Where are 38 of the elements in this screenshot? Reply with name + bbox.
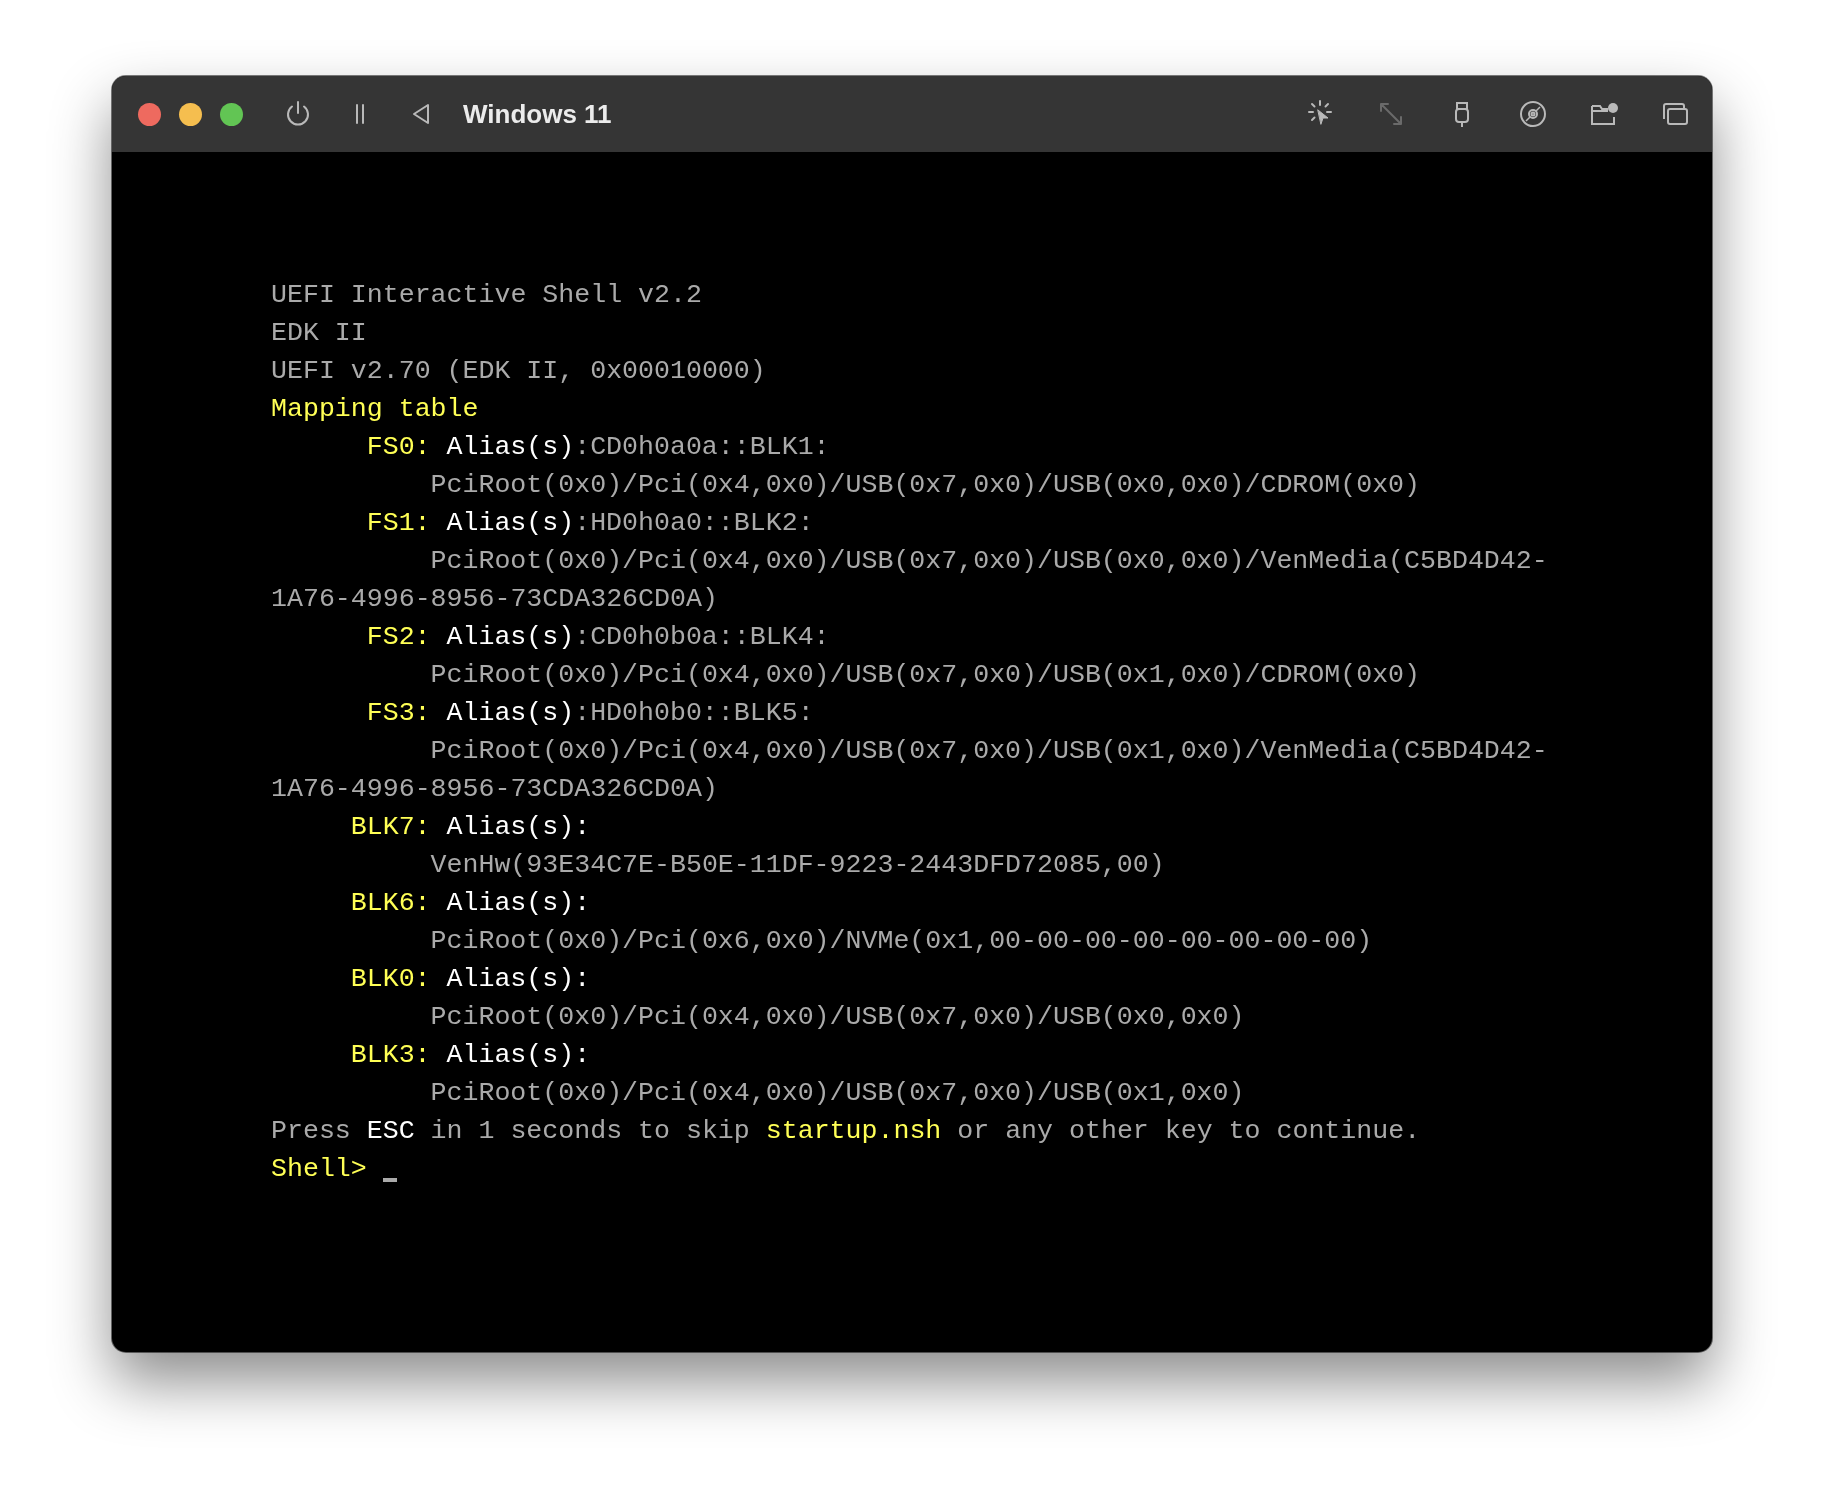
terminal-line: PciRoot(0x0)/Pci(0x4,0x0)/USB(0x7,0x0)/USB(0x0,0x0)/CDROM(0x0) xyxy=(430,469,1421,502)
device-label: FS2: xyxy=(365,621,431,654)
terminal-line: Press ESC in 1 seconds to skip startup.nsh or any other key to continue. xyxy=(271,1115,1421,1148)
device-label: BLK6: xyxy=(349,887,431,920)
terminal-line: PciRoot(0x0)/Pci(0x6,0x0)/NVMe(0x1,00-00-00-00-00-00-00-00) xyxy=(430,925,1373,958)
device-label: BLK0: xyxy=(349,963,431,996)
window-title: Windows 11 xyxy=(463,98,612,130)
terminal-line: UEFI Interactive Shell v2.2 xyxy=(271,279,702,312)
terminal-line: Alias(s): xyxy=(446,963,591,996)
device-label: FS1: xyxy=(365,507,431,540)
terminal-line: 1A76-4996-8956-73CDA326CD0A) xyxy=(271,773,718,806)
terminal-line: Alias(s): xyxy=(446,1039,591,1072)
text-cursor xyxy=(382,1178,397,1182)
close-button[interactable] xyxy=(138,102,161,126)
terminal-line: PciRoot(0x0)/Pci(0x4,0x0)/USB(0x7,0x0)/USB(0x0,0x0) xyxy=(430,1001,1245,1034)
disc-icon[interactable] xyxy=(1518,99,1548,129)
device-label: BLK3: xyxy=(349,1039,431,1072)
device-label: FS0: xyxy=(365,431,431,464)
terminal-line: Alias(s):HD0h0b0::BLK5: xyxy=(446,697,814,730)
terminal-line: VenHw(93E34C7E-B50E-11DF-9223-2443DFD72085,00) xyxy=(430,849,1165,882)
terminal-line: EDK II xyxy=(271,317,367,350)
terminal-line: Alias(s):HD0h0a0::BLK2: xyxy=(446,507,814,540)
terminal-line: PciRoot(0x0)/Pci(0x4,0x0)/USB(0x7,0x0)/USB(0x0,0x0)/VenMedia(C5BD4D42- xyxy=(430,545,1548,578)
terminal-line: Shell> xyxy=(271,1153,367,1186)
terminal-line: Mapping table xyxy=(271,393,479,426)
minimize-button[interactable] xyxy=(179,102,202,126)
terminal-line: PciRoot(0x0)/Pci(0x4,0x0)/USB(0x7,0x0)/USB(0x1,0x0)/VenMedia(C5BD4D42- xyxy=(430,735,1548,768)
terminal-line: Alias(s):CD0h0b0a::BLK4: xyxy=(446,621,830,654)
terminal-line: Alias(s): xyxy=(446,887,591,920)
terminal-line: PciRoot(0x0)/Pci(0x4,0x0)/USB(0x7,0x0)/USB(0x1,0x0)/CDROM(0x0) xyxy=(430,659,1421,692)
device-label: FS3: xyxy=(365,697,431,730)
terminal-line: Alias(s): xyxy=(446,811,591,844)
device-label: BLK7: xyxy=(349,811,431,844)
zoom-button[interactable] xyxy=(220,102,243,126)
terminal-line: PciRoot(0x0)/Pci(0x4,0x0)/USB(0x7,0x0)/USB(0x1,0x0) xyxy=(430,1077,1245,1110)
terminal-line: UEFI v2.70 (EDK II, 0x00010000) xyxy=(271,355,766,388)
terminal-line: 1A76-4996-8956-73CDA326CD0A) xyxy=(271,583,718,616)
terminal-line: Alias(s):CD0h0a0a::BLK1: xyxy=(446,431,830,464)
